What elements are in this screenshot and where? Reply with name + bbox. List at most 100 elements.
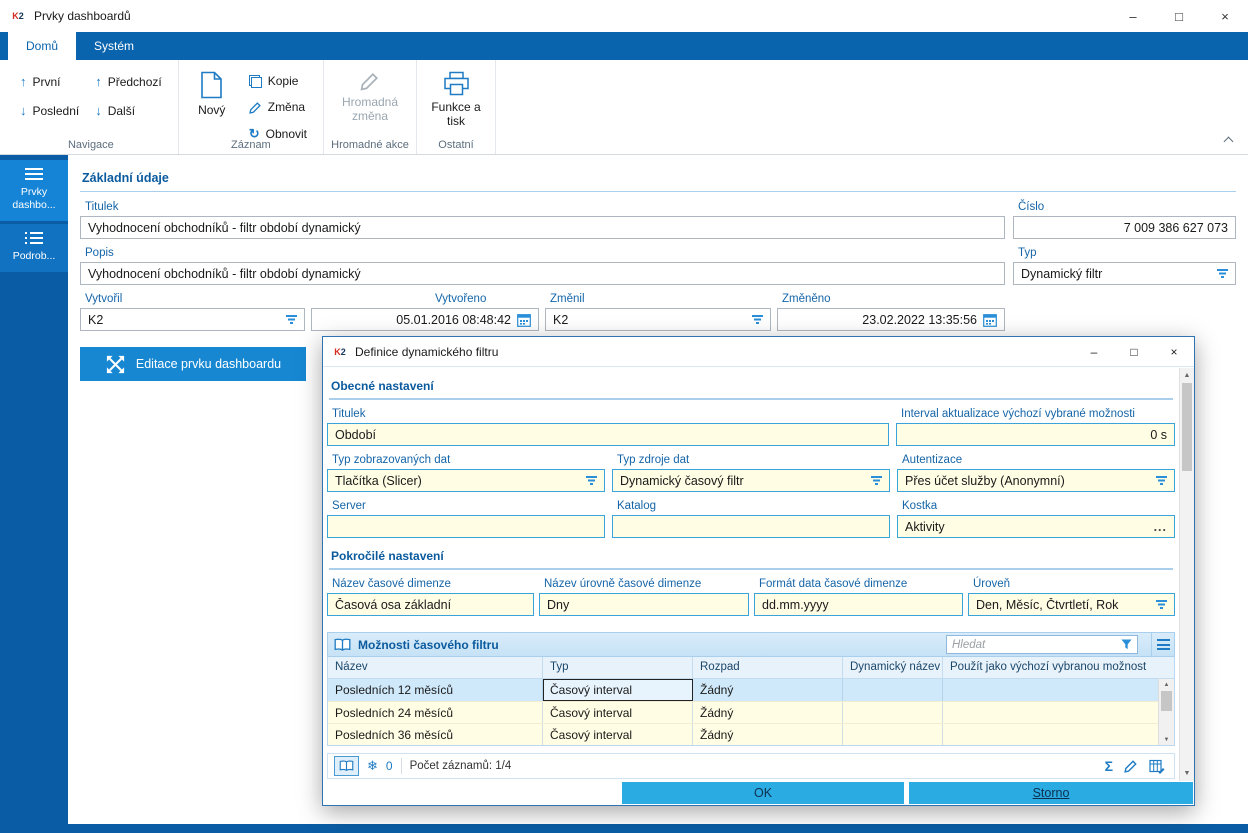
- cell-dynamicky-nazev[interactable]: [843, 724, 943, 745]
- sidebar-item-prvky-dashboardu[interactable]: Prvky dashbo...: [0, 160, 68, 221]
- dialog-minimize-button[interactable]: –: [1074, 337, 1114, 366]
- app-logo-icon: K2: [10, 8, 26, 24]
- table-row[interactable]: Posledních 36 měsíců Časový interval Žád…: [328, 723, 1158, 745]
- cell-rozpad[interactable]: Žádný: [693, 702, 843, 723]
- combo-dropdown-icon[interactable]: [752, 315, 763, 324]
- search-input[interactable]: [952, 639, 1117, 651]
- vytvoril-combobox[interactable]: K2: [80, 308, 305, 331]
- new-button[interactable]: Nový: [189, 64, 235, 144]
- cell-dynamicky-nazev[interactable]: [843, 679, 943, 701]
- bulk-change-button: Hromadná změna: [334, 64, 406, 126]
- autentizace-combobox[interactable]: Přes účet služby (Anonymní): [897, 469, 1175, 492]
- combo-dropdown-icon[interactable]: [871, 476, 882, 485]
- close-button[interactable]: ×: [1202, 0, 1248, 32]
- zmeneno-datefield[interactable]: 23.02.2022 13:35:56: [777, 308, 1005, 331]
- cell-dynamicky-nazev[interactable]: [843, 702, 943, 723]
- cell-pouzit[interactable]: [943, 702, 1158, 723]
- zmenil-label: Změnil: [550, 293, 771, 305]
- kostka-field[interactable]: Aktivity ...: [897, 515, 1175, 538]
- scroll-up-icon[interactable]: ▲: [1159, 679, 1174, 690]
- sum-sigma-icon[interactable]: Σ: [1105, 758, 1113, 774]
- scrollbar-thumb[interactable]: [1161, 691, 1172, 711]
- vytvoreno-datefield[interactable]: 05.01.2016 08:48:42: [311, 308, 539, 331]
- table-row[interactable]: Posledních 12 měsíců Časový interval Žád…: [328, 679, 1158, 701]
- new-label: Nový: [198, 103, 225, 117]
- cislo-field[interactable]: 7 009 386 627 073: [1013, 216, 1236, 239]
- combo-dropdown-icon[interactable]: [1217, 269, 1228, 278]
- copy-button[interactable]: Kopie: [243, 72, 313, 90]
- uroven-dim-field[interactable]: Dny: [539, 593, 749, 616]
- previous-button[interactable]: ↑Předchozí: [89, 72, 168, 91]
- combo-dropdown-icon[interactable]: [286, 315, 297, 324]
- zmenil-combobox[interactable]: K2: [545, 308, 771, 331]
- interval-field[interactable]: 0 s: [896, 423, 1175, 446]
- pencil-icon[interactable]: [1124, 759, 1138, 773]
- cell-typ[interactable]: Časový interval: [543, 724, 693, 745]
- server-field[interactable]: [327, 515, 605, 538]
- dialog-close-button[interactable]: ×: [1154, 337, 1194, 366]
- scroll-down-icon[interactable]: ▼: [1180, 767, 1194, 780]
- scroll-down-icon[interactable]: ▼: [1159, 734, 1174, 745]
- table-column-headers: Název Typ Rozpad Dynamický název Použít …: [328, 657, 1174, 679]
- combo-dropdown-icon[interactable]: [586, 476, 597, 485]
- ellipsis-browse-button[interactable]: ...: [1154, 520, 1167, 534]
- format-field[interactable]: dd.mm.yyyy: [754, 593, 963, 616]
- next-button[interactable]: ↓Další: [89, 101, 168, 120]
- cell-nazev[interactable]: Posledních 12 měsíců: [328, 679, 543, 701]
- maximize-button[interactable]: □: [1156, 0, 1202, 32]
- detail-view-toggle-button[interactable]: [334, 756, 359, 776]
- combo-dropdown-icon[interactable]: [1156, 476, 1167, 485]
- column-header-dynamicky-nazev[interactable]: Dynamický název: [843, 657, 943, 678]
- typ-dat-combobox[interactable]: Tlačítka (Slicer): [327, 469, 605, 492]
- calendar-icon[interactable]: [517, 313, 531, 327]
- cell-rozpad[interactable]: Žádný: [693, 679, 843, 701]
- storno-button[interactable]: Storno: [909, 782, 1193, 804]
- table-row[interactable]: Posledních 24 měsíců Časový interval Žád…: [328, 701, 1158, 723]
- table-search-box[interactable]: [946, 635, 1138, 654]
- filter-funnel-icon[interactable]: [1121, 639, 1132, 650]
- dlg-titulek-field[interactable]: Období: [327, 423, 889, 446]
- column-header-nazev[interactable]: Název: [328, 657, 543, 678]
- scrollbar-thumb[interactable]: [1182, 383, 1192, 471]
- edit-dashboard-element-button[interactable]: Editace prvku dashboardu: [80, 347, 306, 381]
- snowflake-icon[interactable]: ❄: [367, 758, 378, 774]
- typ-value: Dynamický filtr: [1021, 267, 1211, 281]
- cell-nazev[interactable]: Posledních 36 měsíců: [328, 724, 543, 745]
- typ-zdroje-combobox[interactable]: Dynamický časový filtr: [612, 469, 890, 492]
- ok-button[interactable]: OK: [622, 782, 904, 804]
- dialog-maximize-button[interactable]: □: [1114, 337, 1154, 366]
- tab-system[interactable]: Systém: [76, 32, 152, 60]
- column-header-typ[interactable]: Typ: [543, 657, 693, 678]
- table-scrollbar[interactable]: ▲ ▼: [1158, 679, 1174, 745]
- cell-pouzit[interactable]: [943, 679, 1158, 701]
- calendar-icon[interactable]: [983, 313, 997, 327]
- tab-home[interactable]: Domů: [8, 32, 76, 60]
- cell-typ-focused[interactable]: Časový interval: [543, 679, 693, 701]
- grid-edit-icon[interactable]: [1149, 759, 1165, 774]
- first-button[interactable]: ↑První: [14, 72, 85, 91]
- column-header-pouzit[interactable]: Použít jako výchozí vybranou možnost: [943, 657, 1158, 678]
- cell-typ[interactable]: Časový interval: [543, 702, 693, 723]
- collapse-ribbon-chevron-icon[interactable]: [1224, 137, 1234, 147]
- cell-nazev[interactable]: Posledních 24 měsíců: [328, 702, 543, 723]
- dialog-scrollbar[interactable]: ▲ ▼: [1179, 368, 1194, 781]
- minimize-button[interactable]: –: [1110, 0, 1156, 32]
- table-menu-button[interactable]: [1151, 633, 1174, 656]
- popis-field[interactable]: Vyhodnocení obchodníků - filtr období dy…: [80, 262, 1005, 285]
- change-button[interactable]: Změna: [243, 98, 313, 116]
- column-header-rozpad[interactable]: Rozpad: [693, 657, 843, 678]
- cell-pouzit[interactable]: [943, 724, 1158, 745]
- combo-dropdown-icon[interactable]: [1156, 600, 1167, 609]
- scroll-up-icon[interactable]: ▲: [1180, 369, 1194, 382]
- titulek-field[interactable]: Vyhodnocení obchodníků - filtr období dy…: [80, 216, 1005, 239]
- sidebar-item-podrobnosti[interactable]: Podrob...: [0, 224, 68, 272]
- uroven-combobox[interactable]: Den, Měsíc, Čtvrtletí, Rok: [968, 593, 1175, 616]
- dim-field[interactable]: Časová osa základní: [327, 593, 534, 616]
- katalog-field[interactable]: [612, 515, 890, 538]
- cell-rozpad[interactable]: Žádný: [693, 724, 843, 745]
- last-button[interactable]: ↓Poslední: [14, 101, 85, 120]
- pencil-icon: [249, 101, 262, 114]
- typ-combobox[interactable]: Dynamický filtr: [1013, 262, 1236, 285]
- arrow-down-icon: ↓: [20, 103, 27, 118]
- functions-print-button[interactable]: Funkce a tisk: [427, 64, 485, 131]
